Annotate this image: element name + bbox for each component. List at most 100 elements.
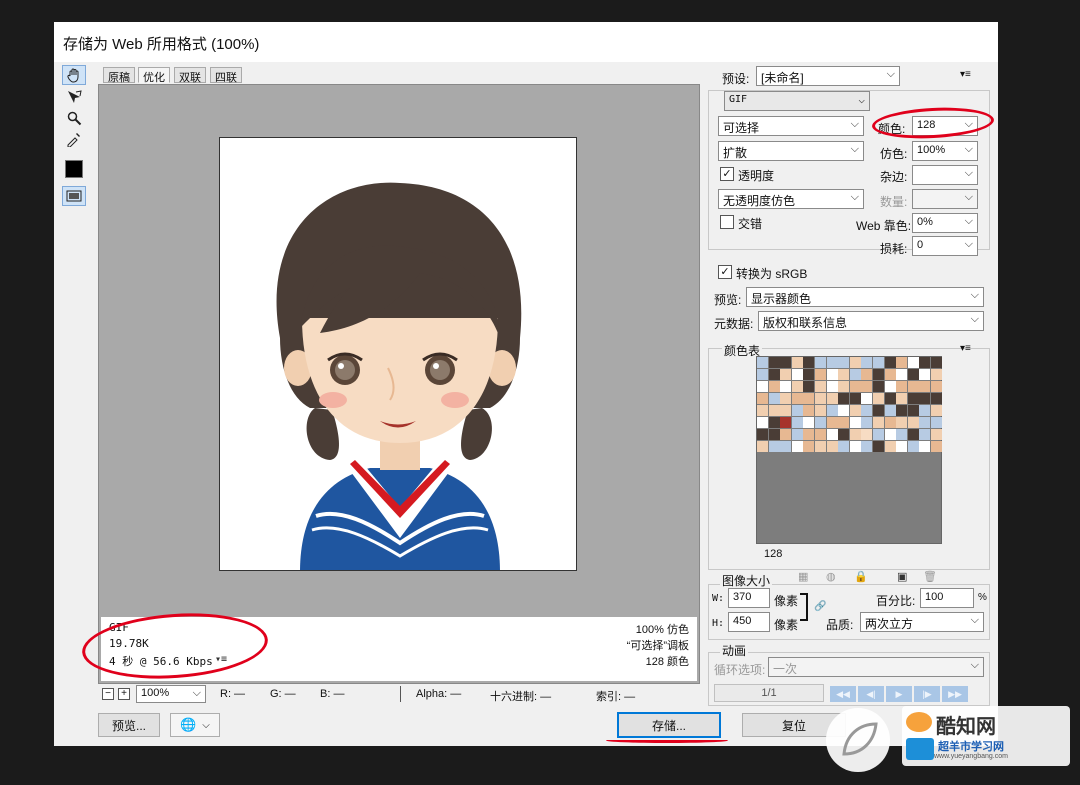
color-swatch[interactable] [757,357,768,368]
color-swatch[interactable] [803,429,815,440]
color-swatch[interactable] [931,381,942,392]
interlaced-checkbox[interactable] [720,215,734,229]
color-swatch[interactable] [803,369,815,380]
tab-original[interactable]: 原稿 [103,67,135,84]
format-select[interactable]: GIF ⌵ [724,91,870,111]
color-swatch[interactable] [884,417,896,428]
map-transparency-icon[interactable]: ▦ [798,570,808,583]
color-swatch[interactable] [838,441,850,452]
color-swatch[interactable] [849,369,861,380]
save-button[interactable]: 存储... [617,712,721,738]
color-swatch[interactable] [757,405,768,416]
color-swatch[interactable] [757,417,768,428]
percent-input[interactable]: 100 [920,588,974,608]
color-swatch[interactable] [896,381,908,392]
color-swatch[interactable] [884,381,896,392]
color-swatch[interactable] [791,405,803,416]
color-swatch[interactable] [861,357,873,368]
color-swatch[interactable] [768,381,780,392]
color-swatch[interactable] [826,417,838,428]
metadata-select[interactable]: 版权和联系信息 ⌵ [758,311,984,331]
color-swatch[interactable] [931,417,942,428]
color-swatch[interactable] [873,393,884,404]
color-swatch[interactable] [907,393,919,404]
quality-select[interactable]: 两次立方 ⌵ [860,612,984,632]
color-swatch[interactable] [873,429,884,440]
color-swatch[interactable] [791,429,803,440]
transparency-dither-select[interactable]: 无透明度仿色 ⌵ [718,189,864,209]
color-swatch[interactable] [803,393,815,404]
color-swatch[interactable] [815,381,826,392]
color-swatch[interactable] [907,405,919,416]
color-swatch[interactable] [896,441,908,452]
color-swatch[interactable] [768,417,780,428]
color-swatch[interactable] [861,369,873,380]
color-swatch[interactable] [884,429,896,440]
color-swatch[interactable] [757,441,768,452]
color-swatch[interactable] [849,441,861,452]
color-swatch[interactable] [919,405,931,416]
color-swatch[interactable] [803,357,815,368]
web-snap-combo[interactable]: 0% ⌵ [912,213,978,233]
color-swatch[interactable] [791,417,803,428]
slice-select-tool[interactable] [62,87,86,107]
color-swatch[interactable] [768,429,780,440]
color-swatch[interactable] [780,369,792,380]
color-swatch[interactable] [780,357,792,368]
color-swatch[interactable] [826,441,838,452]
color-swatch[interactable] [803,441,815,452]
color-swatch[interactable] [896,357,908,368]
color-swatch[interactable] [826,405,838,416]
color-swatch[interactable] [907,369,919,380]
color-swatch[interactable] [919,429,931,440]
color-swatch[interactable] [931,393,942,404]
color-swatch[interactable] [907,441,919,452]
color-swatch[interactable] [861,393,873,404]
color-swatch[interactable] [826,381,838,392]
color-swatch[interactable] [896,393,908,404]
preset-select[interactable]: [未命名] ⌵ [756,66,900,86]
color-swatch[interactable] [838,381,850,392]
color-swatch[interactable] [838,429,850,440]
color-swatch[interactable] [907,417,919,428]
color-swatch[interactable] [873,369,884,380]
color-swatch[interactable] [861,429,873,440]
zoom-select[interactable]: 100% ⌵ [136,685,206,703]
tab-2-up[interactable]: 双联 [174,67,206,84]
info-menu-icon[interactable]: ▾≡ [215,654,227,665]
color-swatch[interactable] [791,357,803,368]
color-swatch[interactable] [919,381,931,392]
color-swatch[interactable] [838,417,850,428]
color-swatch[interactable] [780,441,792,452]
color-swatch[interactable] [849,381,861,392]
color-swatch[interactable] [896,405,908,416]
color-swatch[interactable] [919,441,931,452]
color-swatch[interactable] [873,405,884,416]
color-swatch[interactable] [826,357,838,368]
color-swatch[interactable] [757,393,768,404]
color-swatch[interactable] [791,381,803,392]
height-input[interactable]: 450 [728,612,770,632]
color-swatch[interactable] [884,357,896,368]
color-swatch[interactable] [791,393,803,404]
color-swatch[interactable] [919,417,931,428]
hand-tool[interactable] [62,65,86,85]
color-swatch[interactable] [873,441,884,452]
color-swatch[interactable] [780,405,792,416]
browser-select[interactable]: 🌐 ⌵ [170,713,220,737]
color-swatch[interactable] [815,429,826,440]
color-table-swatches[interactable] [756,356,942,544]
swatch-grid[interactable] [757,357,943,453]
color-swatch[interactable] [919,369,931,380]
transparency-checkbox[interactable]: ✓ [720,167,734,181]
toggle-slices-visibility[interactable] [62,186,86,206]
color-swatch[interactable] [884,441,896,452]
color-swatch[interactable] [826,429,838,440]
color-swatch[interactable] [815,405,826,416]
color-swatch[interactable] [884,393,896,404]
color-swatch[interactable] [838,393,850,404]
color-swatch[interactable] [884,405,896,416]
color-swatch[interactable] [815,357,826,368]
link-icon[interactable]: 🔗 [814,601,826,612]
matte-select[interactable]: ⌵ [912,165,978,185]
